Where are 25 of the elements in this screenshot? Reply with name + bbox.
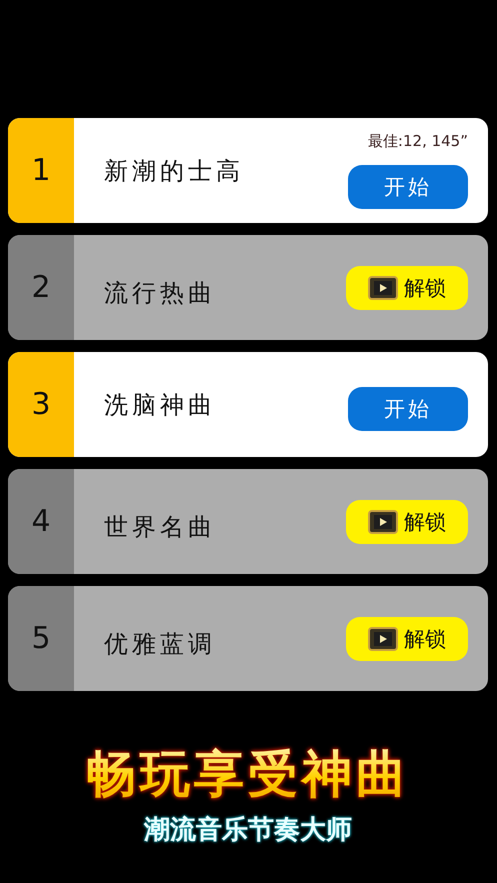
level-title: 流行热曲 (104, 278, 216, 308)
level-card[interactable]: 5 优雅蓝调 解锁 (8, 586, 488, 691)
subtitle: 潮流音乐节奏大师 (144, 814, 352, 847)
level-number: 1 (31, 153, 51, 188)
unlock-button[interactable]: 解锁 (346, 616, 468, 660)
level-number: 4 (31, 504, 51, 539)
best-score: 最佳:12, 145” (368, 132, 468, 151)
level-title: 新潮的士高 (104, 156, 244, 186)
level-number: 5 (31, 621, 51, 656)
video-play-icon (368, 626, 398, 650)
unlock-button[interactable]: 解锁 (346, 266, 468, 310)
level-number: 3 (31, 387, 51, 422)
video-play-icon (368, 276, 398, 300)
start-button[interactable]: 开始 (348, 165, 468, 209)
level-title: 世界名曲 (104, 512, 216, 542)
level-title: 优雅蓝调 (104, 628, 216, 660)
level-card[interactable]: 4 世界名曲 解锁 (8, 469, 488, 574)
level-card[interactable]: 1 新潮的士高 最佳:12, 145” 开始 (8, 118, 488, 223)
level-card[interactable]: 3 洗脑神曲 开始 (8, 352, 488, 457)
start-button[interactable]: 开始 (348, 386, 468, 430)
level-title: 洗脑神曲 (104, 390, 216, 420)
level-number: 2 (31, 270, 51, 305)
unlock-button[interactable]: 解锁 (346, 500, 468, 544)
level-card[interactable]: 2 流行热曲 解锁 (8, 235, 488, 340)
video-play-icon (368, 510, 398, 534)
